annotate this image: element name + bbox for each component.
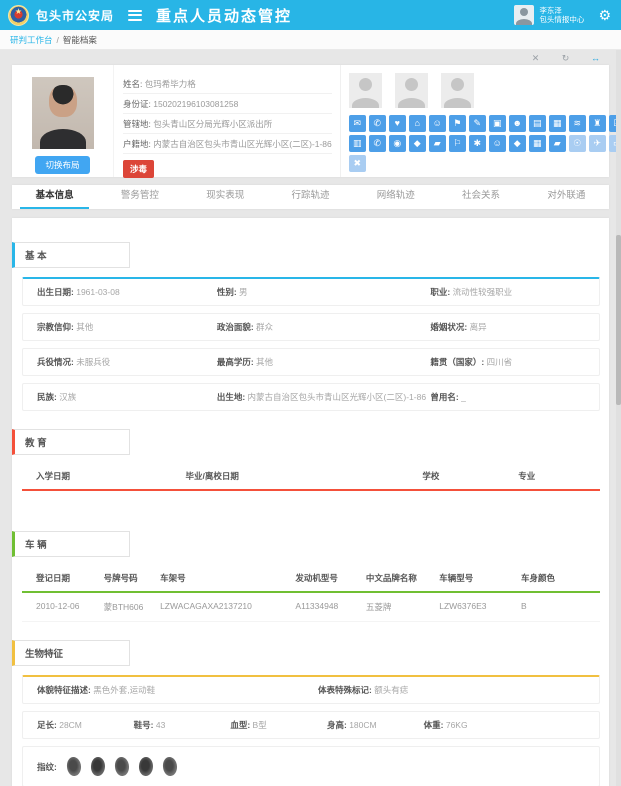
related-photo-placeholder[interactable] (441, 73, 474, 108)
flag-icon[interactable]: ⚐ (449, 135, 466, 152)
vehicle-table-row: 2010-12-06 蒙BTH606 LZWACAGAXA2137210 A11… (22, 593, 600, 622)
trash-icon[interactable]: ✖ (349, 155, 366, 172)
car-icon[interactable]: ▣ (489, 115, 506, 132)
collapse-icon[interactable]: ↔ (584, 53, 607, 64)
settings-icon[interactable]: ✱ (469, 135, 486, 152)
user-avatar (514, 5, 534, 25)
profile-field-name: 姓名: 包玛希毕力格 (123, 74, 332, 94)
bio-row: 足长: 28CM 鞋号: 43 血型: B型 身高: 180CM 体重: 76K… (22, 711, 600, 739)
tab-police-control[interactable]: 警务管控 (97, 185, 182, 209)
card-controls: ✕ ↻ ↔ (0, 50, 621, 64)
gear-icon[interactable]: ⚙ (598, 7, 611, 24)
vehicle-table: 登记日期 号牌号码 车架号 发动机型号 中文品牌名称 车辆型号 车身颜色 201… (22, 566, 600, 622)
org-name: 包头市公安局 (36, 7, 114, 24)
related-photos (349, 73, 621, 108)
education-empty (22, 491, 600, 513)
category-icon-grid: ✉ ✆ ♥ ⌂ ☺ ⚑ ✎ ▣ ☻ ▤ ▦ ≋ ♜ ☑ ▥ ✆ ◉ (349, 115, 621, 172)
basic-info-panel: 基 本 出生日期: 1961-03-08 性别: 男 职业: 流动性较强职业 宗… (12, 218, 609, 786)
fullscreen-icon[interactable]: ✕ (524, 53, 547, 64)
breadcrumb: 研判工作台 / 智能档案 (0, 30, 621, 50)
tab-social-relations[interactable]: 社会关系 (438, 185, 523, 209)
content-area: ✕ ↻ ↔ 切换布局 姓名: 包玛希毕力格 (0, 50, 621, 786)
home-icon[interactable]: ⌂ (409, 115, 426, 132)
risk-badge[interactable]: 涉毒 (123, 160, 154, 178)
section-bio: 生物特征 体貌特征描述: 黑色外套,运动鞋 体表特殊标记: 额头有痣 足长: 2… (12, 640, 609, 786)
section-vehicle-title: 车 辆 (12, 531, 130, 557)
education-table: 入学日期 毕业/离校日期 学校 专业 (22, 464, 600, 513)
police-car-icon[interactable]: ◆ (409, 135, 426, 152)
tab-real-performance[interactable]: 现实表现 (183, 185, 268, 209)
fingerprint-label: 指纹: (37, 761, 57, 773)
rss-icon[interactable]: ◉ (389, 135, 406, 152)
app-window: 包头市公安局 重点人员动态管控 李东泽 包头情报中心 ⚙ 研判工作台 / 智能档… (0, 0, 621, 786)
user-icon[interactable]: ☺ (489, 135, 506, 152)
breadcrumb-parent-link[interactable]: 研判工作台 (10, 34, 53, 46)
header-bar: 包头市公安局 重点人员动态管控 李东泽 包头情报中心 ⚙ (0, 0, 621, 30)
user-dept: 包头情报中心 (539, 15, 584, 24)
call-icon[interactable]: ✆ (369, 135, 386, 152)
tab-movement-track[interactable]: 行踪轨迹 (268, 185, 353, 209)
user-chip[interactable]: 李东泽 包头情报中心 (514, 5, 584, 25)
education-icon[interactable]: ✎ (469, 115, 486, 132)
profile-field-household: 户籍地: 内蒙古自治区包头市青山区光辉小区(二区)-1-86 (123, 134, 332, 154)
breadcrumb-current: 智能档案 (63, 34, 97, 46)
profile-fields: 姓名: 包玛希毕力格 身份证: 150202196103081258 管辖地: … (113, 65, 341, 177)
fingerprint-image (66, 757, 81, 777)
section-bio-title: 生物特征 (12, 640, 130, 666)
basic-row: 宗教信仰: 其他 政治面貌: 群众 婚姻状况: 离异 (22, 313, 600, 341)
section-basic-title: 基 本 (12, 242, 130, 268)
section-education-title: 教 育 (12, 429, 130, 455)
id-card-icon[interactable]: ▥ (349, 135, 366, 152)
section-vehicle: 车 辆 登记日期 号牌号码 车架号 发动机型号 中文品牌名称 车辆型号 车身颜色… (12, 531, 609, 622)
keypad-icon[interactable]: ▦ (529, 135, 546, 152)
tab-basic-info[interactable]: 基本信息 (12, 185, 97, 209)
truck-icon[interactable]: ▰ (429, 135, 446, 152)
user-name: 李东泽 (539, 6, 584, 15)
bank-icon[interactable]: ♜ (589, 115, 606, 132)
taxi-icon[interactable]: ◆ (509, 135, 526, 152)
fingerprint-image (114, 757, 129, 777)
tab-network-track[interactable]: 网络轨迹 (353, 185, 438, 209)
related-photo-placeholder[interactable] (395, 73, 428, 108)
education-table-header: 入学日期 毕业/离校日期 学校 专业 (22, 464, 600, 491)
group-icon[interactable]: ☺ (429, 115, 446, 132)
section-education: 教 育 入学日期 毕业/离校日期 学校 专业 (12, 429, 609, 513)
related-photo-placeholder[interactable] (349, 73, 382, 108)
basic-row: 民族: 汉族 出生地: 内蒙古自治区包头市青山区光辉小区(二区)-1-86 曾用… (22, 383, 600, 411)
basic-row: 出生日期: 1961-03-08 性别: 男 职业: 流动性较强职业 (22, 277, 600, 306)
heart-icon[interactable]: ♥ (389, 115, 406, 132)
bio-row: 体貌特征描述: 黑色外套,运动鞋 体表特殊标记: 额头有痣 (22, 675, 600, 704)
profile-field-jurisdiction: 管辖地: 包头青山区分局光辉小区派出所 (123, 114, 332, 134)
refresh-icon[interactable]: ↻ (554, 53, 577, 64)
person-icon[interactable]: ☻ (509, 115, 526, 132)
image-icon[interactable]: ▦ (549, 115, 566, 132)
fingerprint-row: 指纹: (22, 746, 600, 786)
van-icon[interactable]: ▰ (549, 135, 566, 152)
section-basic: 基 本 出生日期: 1961-03-08 性别: 男 职业: 流动性较强职业 宗… (12, 242, 609, 411)
fingerprint-image (162, 757, 177, 777)
tab-bar: 基本信息 警务管控 现实表现 行踪轨迹 网络轨迹 社会关系 对外联通 (12, 185, 609, 209)
tab-external-contact[interactable]: 对外联通 (524, 185, 609, 209)
vehicle-table-header: 登记日期 号牌号码 车架号 发动机型号 中文品牌名称 车辆型号 车身颜色 (22, 566, 600, 593)
plane-icon[interactable]: ✈ (589, 135, 606, 152)
fingerprint-image (90, 757, 105, 777)
phone-icon[interactable]: ✆ (369, 115, 386, 132)
message-icon[interactable]: ✉ (349, 115, 366, 132)
profile-card: 切换布局 姓名: 包玛希毕力格 身份证: 150202196103081258 … (12, 65, 609, 177)
menu-icon[interactable] (128, 10, 142, 21)
basic-row: 兵役情况: 未服兵役 最高学历: 其他 籍贯（国家）: 四川省 (22, 348, 600, 376)
wheelchair-icon[interactable]: ☉ (569, 135, 586, 152)
profile-field-id: 身份证: 150202196103081258 (123, 94, 332, 114)
wifi-icon[interactable]: ≋ (569, 115, 586, 132)
page-title: 重点人员动态管控 (156, 5, 292, 26)
scrollbar-thumb[interactable] (616, 235, 621, 405)
fingerprint-image (138, 757, 153, 777)
person-photo (32, 77, 94, 149)
switch-layout-button[interactable]: 切换布局 (35, 156, 89, 174)
scrollbar[interactable] (616, 50, 621, 786)
police-badge-logo-icon (8, 5, 29, 26)
document-icon[interactable]: ▤ (529, 115, 546, 132)
breadcrumb-separator: / (57, 35, 59, 45)
hotel-icon[interactable]: ⚑ (449, 115, 466, 132)
